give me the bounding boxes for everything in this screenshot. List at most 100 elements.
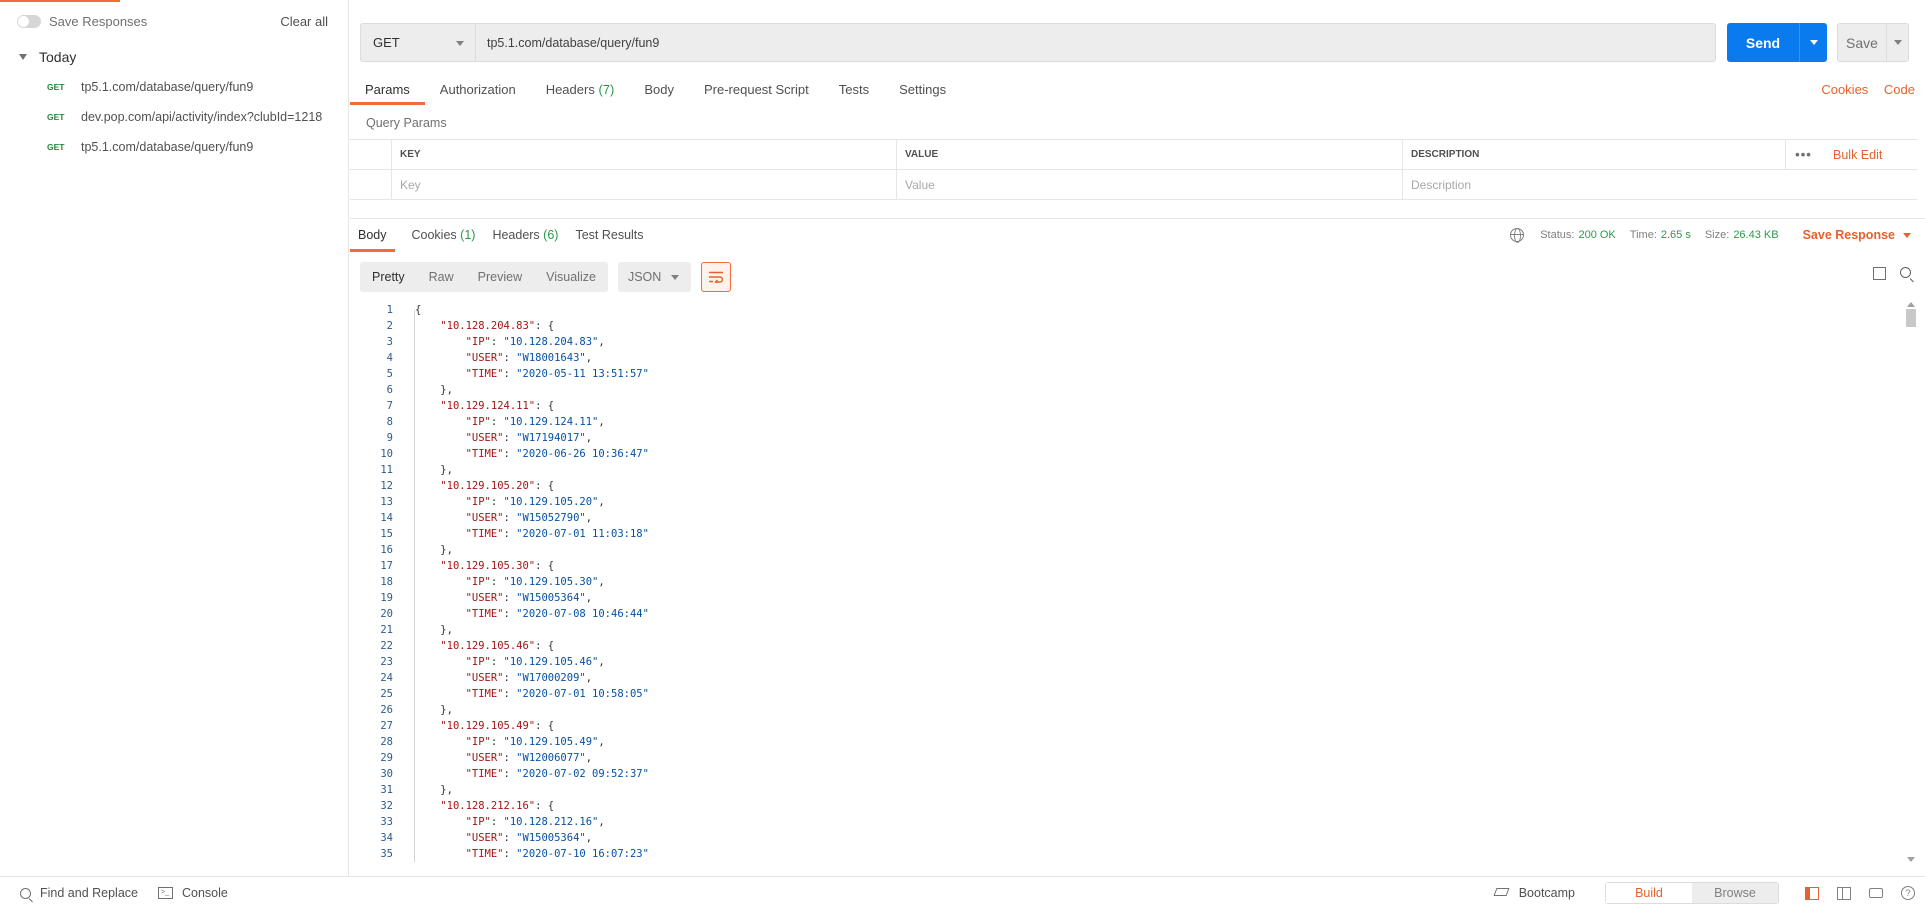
tab-response-body[interactable]: Body: [350, 226, 395, 252]
console-button[interactable]: >_ Console: [157, 886, 228, 900]
tab-pre-request-script[interactable]: Pre-request Script: [704, 77, 809, 105]
code-text: "10.129.105.30": {: [440, 560, 555, 572]
tab-body[interactable]: Body: [644, 77, 674, 105]
size-value[interactable]: 26.43 KB: [1733, 229, 1778, 241]
column-key: KEY: [391, 140, 896, 169]
console-label: Console: [181, 886, 228, 900]
status-value[interactable]: 200 OK: [1578, 229, 1615, 241]
value-input[interactable]: Value: [896, 170, 1402, 199]
cookies-count: (1): [460, 228, 476, 242]
bootcamp-label: Bootcamp: [1518, 886, 1575, 900]
view-pretty-button[interactable]: Pretty: [360, 262, 417, 292]
bulk-edit-link[interactable]: Bulk Edit: [1821, 140, 1917, 169]
history-item[interactable]: GET tp5.1.com/database/query/fun9: [0, 132, 348, 162]
request-workspace: GET tp5.1.com/database/query/fun9 Send S…: [350, 0, 1925, 876]
headers-count: (7): [598, 82, 615, 97]
size-label: Size:: [1704, 229, 1730, 241]
code-line: 21 },: [350, 622, 1910, 638]
chevron-down-icon: [456, 41, 464, 46]
help-icon[interactable]: ?: [1901, 886, 1915, 900]
tab-headers[interactable]: Headers (7): [546, 77, 615, 105]
response-body-editor[interactable]: 1{2 "10.128.204.83": {3 "IP": "10.128.20…: [350, 302, 1910, 862]
save-responses-toggle-icon[interactable]: [17, 14, 41, 28]
code-line: 26 },: [350, 702, 1910, 718]
more-options-icon[interactable]: •••: [1785, 140, 1821, 169]
chevron-down-icon: [670, 275, 679, 280]
history-url: dev.pop.com/api/activity/index?clubId=12…: [81, 110, 323, 124]
response-divider[interactable]: [350, 218, 1925, 219]
keyboard-icon[interactable]: [1869, 888, 1883, 898]
code-line: 5 "TIME": "2020-05-11 13:51:57": [350, 366, 1910, 382]
tab-params[interactable]: Params: [350, 77, 425, 105]
sidebar-pane-icon[interactable]: [1805, 886, 1819, 900]
code-text: "TIME": "2020-05-11 13:51:57": [465, 368, 649, 380]
history-item[interactable]: GET tp5.1.com/database/query/fun9: [0, 72, 348, 102]
save-response-button[interactable]: Save Response: [1803, 228, 1911, 242]
code-line: 8 "IP": "10.129.124.11",: [350, 414, 1910, 430]
code-link[interactable]: Code: [1884, 82, 1915, 97]
time-value[interactable]: 2.65 s: [1661, 229, 1691, 241]
history-item[interactable]: GET dev.pop.com/api/activity/index?clubI…: [0, 102, 348, 132]
tab-test-results[interactable]: Test Results: [575, 226, 643, 252]
tab-response-headers[interactable]: Headers (6): [492, 226, 558, 252]
code-line: 33 "IP": "10.128.212.16",: [350, 814, 1910, 830]
view-visualize-button[interactable]: Visualize: [534, 262, 608, 292]
key-input[interactable]: Key: [391, 170, 896, 199]
save-button[interactable]: Save: [1837, 23, 1909, 62]
column-value: VALUE: [896, 140, 1402, 169]
view-raw-button[interactable]: Raw: [417, 262, 466, 292]
tab-tests[interactable]: Tests: [839, 77, 869, 105]
code-line: 19 "USER": "W15005364",: [350, 590, 1910, 606]
cookies-link[interactable]: Cookies: [1821, 82, 1868, 97]
time-label: Time:: [1629, 229, 1657, 241]
save-options-button[interactable]: [1886, 24, 1908, 61]
tab-headers-label: Headers: [545, 82, 595, 97]
copy-icon[interactable]: [1870, 267, 1886, 283]
url-input[interactable]: tp5.1.com/database/query/fun9: [476, 23, 1716, 62]
code-text: "USER": "W15005364",: [465, 832, 593, 844]
code-text: },: [415, 384, 453, 396]
editor-scrollbar[interactable]: [1905, 302, 1917, 862]
build-mode-button[interactable]: Build: [1606, 883, 1692, 903]
two-pane-icon[interactable]: [1837, 886, 1851, 900]
row-checkbox[interactable]: [350, 170, 391, 199]
code-text: "TIME": "2020-07-08 10:46:44": [465, 608, 649, 620]
code-line: 7 "10.129.124.11": {: [350, 398, 1910, 414]
wrap-lines-button[interactable]: [700, 262, 731, 292]
scroll-down-arrow[interactable]: [1907, 857, 1915, 862]
method-badge: GET: [47, 82, 65, 92]
line-number: 9: [386, 432, 393, 444]
description-input[interactable]: Description: [1402, 170, 1917, 199]
scrollbar-thumb[interactable]: [1906, 309, 1916, 327]
line-number: 32: [380, 800, 393, 812]
find-replace-button[interactable]: Find and Replace: [20, 886, 138, 900]
send-options-button[interactable]: [1799, 23, 1827, 62]
search-icon[interactable]: [1900, 267, 1911, 278]
view-mode-segment: Pretty Raw Preview Visualize: [360, 262, 608, 292]
code-text: "USER": "W15005364",: [465, 592, 593, 604]
globe-icon[interactable]: [1510, 228, 1525, 243]
scroll-up-arrow[interactable]: [1907, 302, 1915, 307]
view-preview-button[interactable]: Preview: [466, 262, 534, 292]
line-number: 28: [380, 736, 393, 748]
tab-response-cookies[interactable]: Cookies (1): [412, 226, 476, 252]
send-button[interactable]: Send: [1727, 23, 1827, 62]
format-select[interactable]: JSON: [617, 262, 691, 292]
find-replace-label: Find and Replace: [40, 886, 138, 900]
find-icon: [20, 887, 31, 899]
response-view-toolbar: Pretty Raw Preview Visualize JSON: [360, 262, 731, 292]
tab-settings[interactable]: Settings: [899, 77, 946, 105]
clear-all-button[interactable]: Clear all: [280, 14, 328, 29]
code-line: 30 "TIME": "2020-07-02 09:52:37": [350, 766, 1910, 782]
code-text: },: [415, 704, 453, 716]
code-line: 29 "USER": "W12006077",: [350, 750, 1910, 766]
tab-authorization[interactable]: Authorization: [440, 77, 516, 105]
browse-mode-button[interactable]: Browse: [1692, 883, 1778, 903]
history-url: tp5.1.com/database/query/fun9: [81, 140, 254, 154]
line-number: 10: [380, 448, 393, 460]
tab-response-headers-label: Headers: [492, 228, 540, 242]
history-group-today[interactable]: Today: [0, 42, 348, 72]
bootcamp-button[interactable]: Bootcamp: [1494, 886, 1575, 900]
method-select[interactable]: GET: [360, 23, 476, 62]
code-line: 22 "10.129.105.46": {: [350, 638, 1910, 654]
